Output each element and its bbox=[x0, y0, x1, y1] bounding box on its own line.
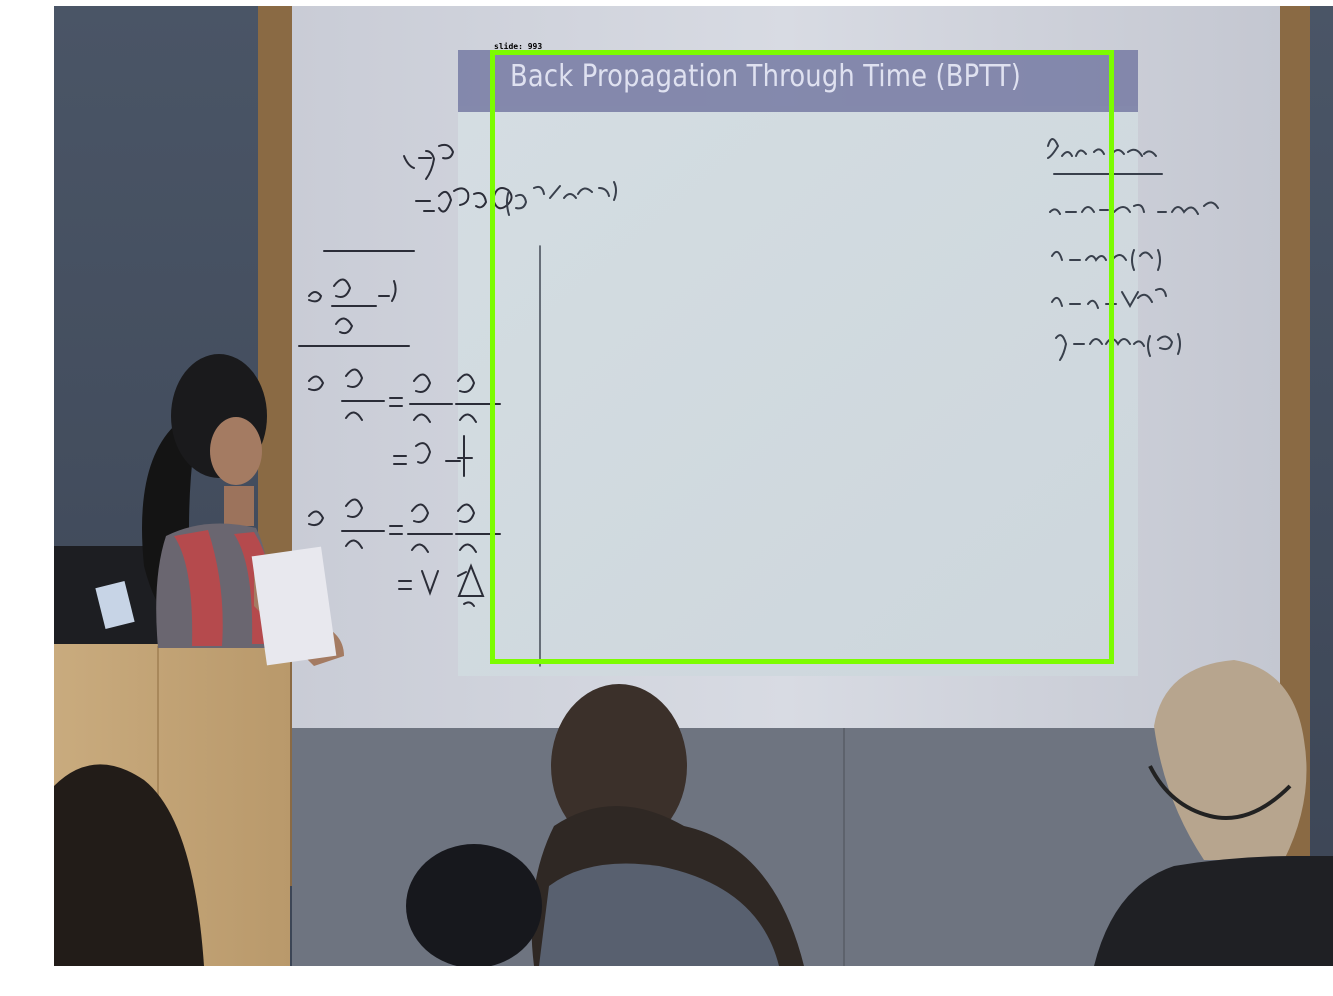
lecture-photo: Back Propagation Through Time (BPTT) sli… bbox=[54, 6, 1333, 966]
slide-bounding-box bbox=[490, 50, 1114, 664]
